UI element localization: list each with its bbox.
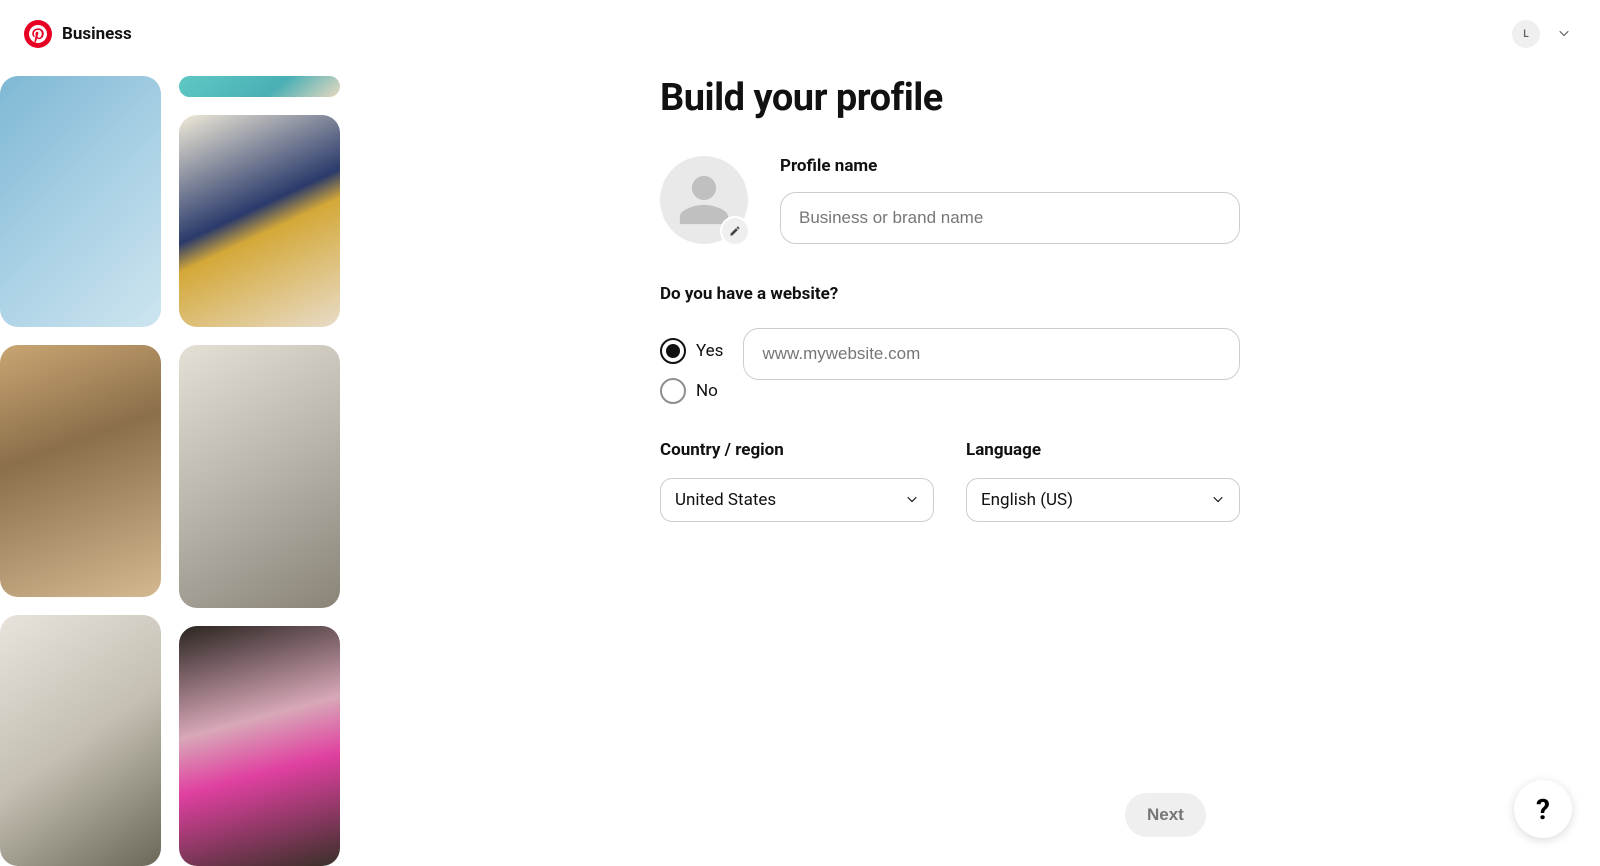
profile-name-row: Profile name bbox=[660, 156, 1240, 244]
radio-circle-checked bbox=[660, 338, 686, 364]
edit-avatar-button[interactable] bbox=[720, 216, 750, 246]
website-input[interactable] bbox=[743, 328, 1240, 380]
country-select[interactable]: United States bbox=[660, 478, 934, 522]
website-row: Yes No bbox=[660, 328, 1240, 404]
gallery-column bbox=[0, 76, 161, 866]
gallery-image bbox=[179, 626, 340, 866]
header-right: L bbox=[1512, 20, 1576, 48]
profile-name-block: Profile name bbox=[780, 156, 1240, 244]
user-avatar[interactable]: L bbox=[1512, 20, 1540, 48]
page-title: Build your profile bbox=[660, 76, 1240, 120]
chevron-down-icon bbox=[905, 493, 919, 507]
account-menu-button[interactable] bbox=[1552, 22, 1576, 46]
question-mark-icon: ? bbox=[1536, 793, 1550, 826]
radio-yes-label: Yes bbox=[696, 341, 723, 361]
pencil-icon bbox=[729, 225, 741, 237]
language-value: English (US) bbox=[981, 490, 1073, 510]
language-label: Language bbox=[966, 440, 1240, 460]
gallery-column bbox=[179, 76, 340, 866]
website-input-wrap bbox=[743, 328, 1240, 380]
language-select[interactable]: English (US) bbox=[966, 478, 1240, 522]
radio-circle-unchecked bbox=[660, 378, 686, 404]
gallery-image bbox=[179, 76, 340, 97]
gallery-image bbox=[179, 345, 340, 608]
pinterest-logo-icon[interactable] bbox=[24, 20, 52, 48]
gallery-image bbox=[179, 115, 340, 327]
language-block: Language English (US) bbox=[966, 440, 1240, 522]
radio-yes[interactable]: Yes bbox=[660, 338, 723, 364]
gallery-image bbox=[0, 345, 161, 596]
selects-row: Country / region United States Language … bbox=[660, 440, 1240, 522]
country-value: United States bbox=[675, 490, 776, 510]
website-question-label: Do you have a website? bbox=[660, 284, 1240, 304]
radio-no[interactable]: No bbox=[660, 378, 723, 404]
country-block: Country / region United States bbox=[660, 440, 934, 522]
profile-form: Build your profile Profile name Do you h… bbox=[660, 76, 1240, 522]
profile-name-input[interactable] bbox=[780, 192, 1240, 244]
country-label: Country / region bbox=[660, 440, 934, 460]
header: Business L bbox=[0, 0, 1600, 68]
image-gallery bbox=[0, 76, 340, 866]
chevron-down-icon bbox=[1211, 493, 1225, 507]
header-left: Business bbox=[24, 20, 132, 48]
next-button[interactable]: Next bbox=[1125, 793, 1206, 837]
gallery-image bbox=[0, 76, 161, 327]
website-radio-group: Yes No bbox=[660, 328, 723, 404]
help-button[interactable]: ? bbox=[1514, 780, 1572, 838]
avatar-initial: L bbox=[1523, 29, 1528, 40]
business-label: Business bbox=[62, 24, 132, 44]
chevron-down-icon bbox=[1557, 27, 1571, 41]
footer: Next bbox=[1125, 793, 1206, 837]
gallery-image bbox=[0, 615, 161, 866]
profile-avatar-placeholder bbox=[660, 156, 748, 244]
profile-name-label: Profile name bbox=[780, 156, 1240, 176]
radio-no-label: No bbox=[696, 381, 718, 401]
